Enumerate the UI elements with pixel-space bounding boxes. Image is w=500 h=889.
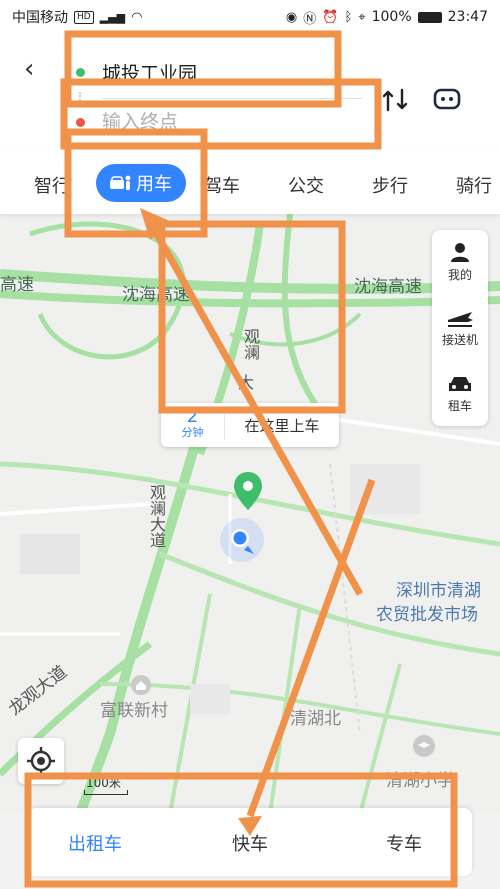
mine-label: 我的 <box>447 268 472 282</box>
car-person-icon <box>110 175 131 190</box>
map-label-qinghu-school: 清湖小学 <box>386 771 454 791</box>
premium-option[interactable]: 专车 <box>386 830 422 856</box>
tab-yongche-label: 用车 <box>136 174 172 195</box>
car-icon <box>449 377 471 391</box>
scale-label: 100米 <box>86 776 121 790</box>
map-label-highway-mid: 沈海高速 <box>122 285 190 305</box>
swap-route-icon[interactable] <box>380 84 412 116</box>
locate-button[interactable] <box>18 738 64 784</box>
pickup-bubble[interactable]: 2 分钟 在这里上车 <box>161 403 339 447</box>
signal-icon: ▂▄▆ <box>99 10 126 24</box>
tab-yongche[interactable]: 用车 <box>96 164 186 202</box>
start-point-field[interactable]: 城投工业园 <box>102 59 197 86</box>
map-label-guanlan-avenue: 观澜大道 <box>147 484 166 548</box>
map-roads <box>0 214 500 814</box>
current-location-icon <box>220 518 264 562</box>
more-options-icon[interactable] <box>432 84 462 114</box>
pickup-label: 接送机 <box>441 333 478 347</box>
eta-value: 2 <box>186 406 199 427</box>
tab-qixing[interactable]: 骑行 <box>456 172 492 198</box>
map-label-guanlan-top: 观澜 <box>241 328 260 360</box>
airport-pickup-button[interactable]: 接送机 <box>432 296 488 360</box>
divider <box>102 98 362 99</box>
scale-bar <box>84 790 128 795</box>
end-dot-icon <box>76 117 85 127</box>
clock: 23:47 <box>447 9 488 25</box>
eta-unit: 分钟 <box>181 426 204 439</box>
mode-tabs: 智行 用车 驾车 公交 步行 骑行 <box>0 152 500 214</box>
map-label-guanlan-top2: 大 <box>235 374 254 390</box>
eta: 2 分钟 <box>161 406 225 440</box>
alarm-icon: ⏰ <box>322 9 339 25</box>
rental-label: 租车 <box>447 399 472 413</box>
back-icon[interactable]: ‹ <box>24 56 46 82</box>
map-label-market-l1: 深圳市清湖 <box>396 581 481 601</box>
nfc-icon: Ⓝ <box>303 11 317 27</box>
pickup-tip: 在这里上车 <box>244 416 320 435</box>
map-label-qinghu-north: 清湖北 <box>290 709 341 729</box>
tab-buxing[interactable]: 步行 <box>372 172 408 198</box>
hd-badge: HD <box>74 10 94 24</box>
tab-jiache[interactable]: 驾车 <box>204 172 240 198</box>
eye-icon: ◉ <box>285 9 298 25</box>
route-header: ‹ 城投工业园 <box>0 34 500 152</box>
taxi-option[interactable]: 出租车 <box>68 830 122 856</box>
map-label-market-l2: 农贸批发市场 <box>376 605 478 625</box>
route-inputs: 城投工业园 <box>66 42 366 142</box>
plane-icon <box>448 312 473 327</box>
tab-gongjiao[interactable]: 公交 <box>288 172 324 198</box>
school-poi-icon <box>413 735 435 757</box>
carrier-label: 中国移动 <box>12 10 68 26</box>
car-rental-button[interactable]: 租车 <box>432 362 488 426</box>
location-icon: ⌖ <box>358 9 366 25</box>
start-point-row[interactable]: 城投工业园 <box>66 52 366 92</box>
map-tools-panel: 我的 接送机 租车 <box>432 230 488 426</box>
map-label-village: 富联新村 <box>100 701 168 721</box>
mine-button[interactable]: 我的 <box>432 230 488 294</box>
map-view[interactable]: 高速 沈海高速 沈海高速 观澜 大 观澜大道 龙观大道 深圳市清湖 农贸批发市场… <box>0 214 500 814</box>
pickup-pin-icon <box>234 472 262 510</box>
locate-icon <box>27 747 55 775</box>
battery-icon <box>417 11 442 23</box>
end-point-row[interactable] <box>66 102 366 142</box>
wifi-icon: ◠ <box>131 9 143 25</box>
ride-options-card: 出租车 快车 专车 <box>28 808 472 876</box>
express-option[interactable]: 快车 <box>232 830 268 856</box>
map-label-highway-left: 高速 <box>0 275 34 295</box>
bluetooth-icon: ᛒ <box>344 9 353 25</box>
user-icon <box>451 243 469 262</box>
battery-percent: 100% <box>371 9 412 25</box>
status-bar: 中国移动 HD ▂▄▆ ◠ ◉ Ⓝ ⏰ ᛒ ⌖ 100% 23:47 <box>0 0 500 34</box>
tab-zhixing[interactable]: 智行 <box>34 172 70 198</box>
residence-poi-icon <box>131 675 151 695</box>
end-point-input[interactable] <box>102 111 342 133</box>
map-label-highway-right: 沈海高速 <box>354 277 422 297</box>
start-dot-icon <box>76 67 85 77</box>
